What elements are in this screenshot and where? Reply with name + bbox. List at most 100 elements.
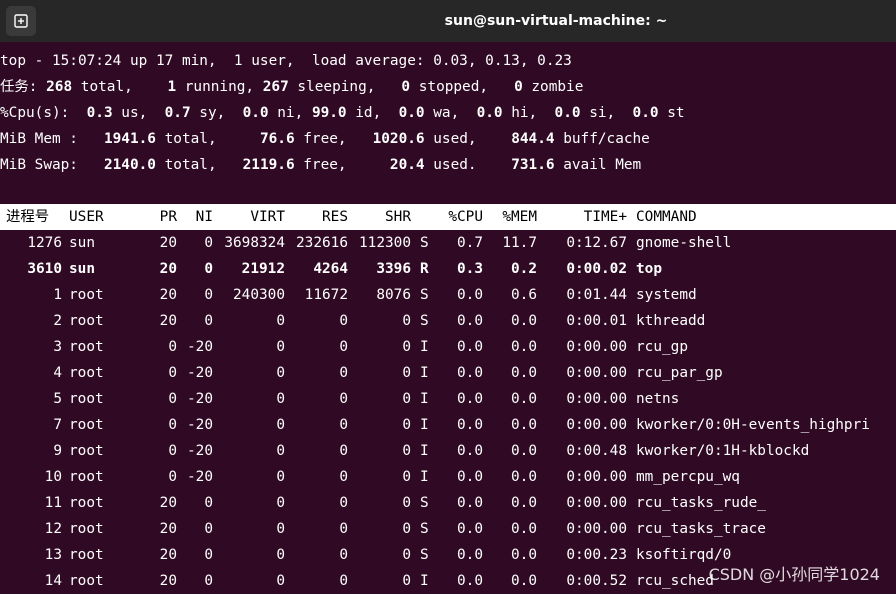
cell-ni: 0 — [204, 282, 213, 308]
mem-free: 76.6 — [260, 131, 295, 147]
swap-avail: 731.6 — [511, 157, 554, 173]
cell-mem: 0.0 — [511, 464, 537, 490]
cell-command: gnome-shell — [636, 230, 731, 256]
cell-cpu: 0.0 — [457, 438, 483, 464]
cell-cpu: 0.0 — [457, 412, 483, 438]
cell-time: 0:00.00 — [566, 386, 627, 412]
cell-time: 0:00.00 — [566, 360, 627, 386]
cell-res: 0 — [339, 412, 348, 438]
table-row: 5root0-20000I0.00.00:00.00netns — [0, 386, 896, 412]
table-row: 2root200000S0.00.00:00.01kthreadd — [0, 308, 896, 334]
cell-pr: 0 — [168, 464, 177, 490]
cell-cpu: 0.0 — [457, 308, 483, 334]
cell-virt: 0 — [276, 334, 285, 360]
cell-user: root — [69, 490, 104, 516]
cell-virt: 0 — [276, 438, 285, 464]
uptime-line: top - 15:07:24 up 17 min, 1 user, load a… — [0, 48, 572, 74]
header-time: TIME+ — [584, 204, 627, 230]
cell-time: 0:00.00 — [566, 464, 627, 490]
cell-pr: 0 — [168, 412, 177, 438]
cell-time: 0:00.01 — [566, 308, 627, 334]
table-row: 3root0-20000I0.00.00:00.00rcu_gp — [0, 334, 896, 360]
header-virt: VIRT — [250, 204, 285, 230]
mem-label: MiB Mem : — [0, 131, 78, 147]
cell-pid: 1276 — [27, 230, 62, 256]
cell-shr: 0 — [402, 438, 411, 464]
cell-virt: 0 — [276, 490, 285, 516]
cell-command: netns — [636, 386, 679, 412]
cell-shr: 0 — [402, 334, 411, 360]
cell-user: root — [69, 438, 104, 464]
cell-res: 4264 — [313, 256, 348, 282]
cell-ni: -20 — [187, 464, 213, 490]
cell-command: systemd — [636, 282, 697, 308]
cell-time: 0:00.48 — [566, 438, 627, 464]
header-res: RES — [322, 204, 348, 230]
cell-cpu: 0.0 — [457, 464, 483, 490]
cell-pid: 4 — [53, 360, 62, 386]
cell-command: mm_percpu_wq — [636, 464, 740, 490]
cell-state: S — [420, 542, 429, 568]
cell-res: 0 — [339, 360, 348, 386]
mem-used: 1020.6 — [373, 131, 425, 147]
cell-user: root — [69, 542, 104, 568]
tasks-stopped: 0 — [401, 79, 410, 95]
mem-total: 1941.6 — [104, 131, 156, 147]
cell-cpu: 0.0 — [457, 386, 483, 412]
swap-line: MiB Swap: 2140.0 total, 2119.6 free, 20.… — [0, 152, 641, 178]
tasks-line: 任务: 268 total, 1 running, 267 sleeping, … — [0, 74, 583, 100]
swap-total: 2140.0 — [104, 157, 156, 173]
cell-virt: 240300 — [233, 282, 285, 308]
cell-virt: 0 — [276, 516, 285, 542]
cell-pr: 0 — [168, 438, 177, 464]
cell-ni: -20 — [187, 360, 213, 386]
header-pr: PR — [160, 204, 177, 230]
cell-ni: 0 — [204, 230, 213, 256]
cell-res: 0 — [339, 542, 348, 568]
cell-pr: 20 — [160, 568, 177, 594]
cell-ni: -20 — [187, 412, 213, 438]
cpu-sy: 0.7 — [165, 105, 191, 121]
cell-user: root — [69, 568, 104, 594]
swap-used-label: used. — [425, 157, 477, 173]
tasks-sleeping-label: sleeping, — [289, 79, 376, 95]
cell-user: root — [69, 360, 104, 386]
cell-ni: -20 — [187, 334, 213, 360]
cell-ni: 0 — [204, 516, 213, 542]
swap-label: MiB Swap: — [0, 157, 78, 173]
header-mem: %MEM — [502, 204, 537, 230]
header-pid: 进程号 — [6, 204, 49, 230]
cell-mem: 0.6 — [511, 282, 537, 308]
cell-mem: 0.0 — [511, 412, 537, 438]
swap-free-label: free, — [295, 157, 347, 173]
cpu-label: %Cpu(s): — [0, 105, 69, 121]
cell-virt: 3698324 — [224, 230, 285, 256]
cell-virt: 0 — [276, 412, 285, 438]
cell-res: 11672 — [305, 282, 348, 308]
cell-user: root — [69, 464, 104, 490]
cell-mem: 0.0 — [511, 542, 537, 568]
cell-time: 0:00.02 — [566, 256, 627, 282]
cell-user: root — [69, 412, 104, 438]
cell-res: 0 — [339, 308, 348, 334]
table-row: 4root0-20000I0.00.00:00.00rcu_par_gp — [0, 360, 896, 386]
cell-user: root — [69, 308, 104, 334]
cell-shr: 0 — [402, 308, 411, 334]
cell-cpu: 0.7 — [457, 230, 483, 256]
table-row: 7root0-20000I0.00.00:00.00kworker/0:0H-e… — [0, 412, 896, 438]
cell-cpu: 0.3 — [457, 256, 483, 282]
cell-shr: 0 — [402, 464, 411, 490]
header-ni: NI — [196, 204, 213, 230]
cell-mem: 0.0 — [511, 568, 537, 594]
cell-user: sun — [69, 230, 95, 256]
tasks-running-label: running, — [176, 79, 254, 95]
cell-state: S — [420, 516, 429, 542]
cell-pr: 0 — [168, 386, 177, 412]
tasks-running: 1 — [167, 79, 176, 95]
cpu-line: %Cpu(s): 0.3 us, 0.7 sy, 0.0 ni, 99.0 id… — [0, 100, 685, 126]
terminal-area[interactable]: top - 15:07:24 up 17 min, 1 user, load a… — [0, 48, 896, 593]
header-cpu: %CPU — [448, 204, 483, 230]
cell-pid: 14 — [45, 568, 62, 594]
cell-pr: 20 — [160, 490, 177, 516]
cell-shr: 112300 — [359, 230, 411, 256]
